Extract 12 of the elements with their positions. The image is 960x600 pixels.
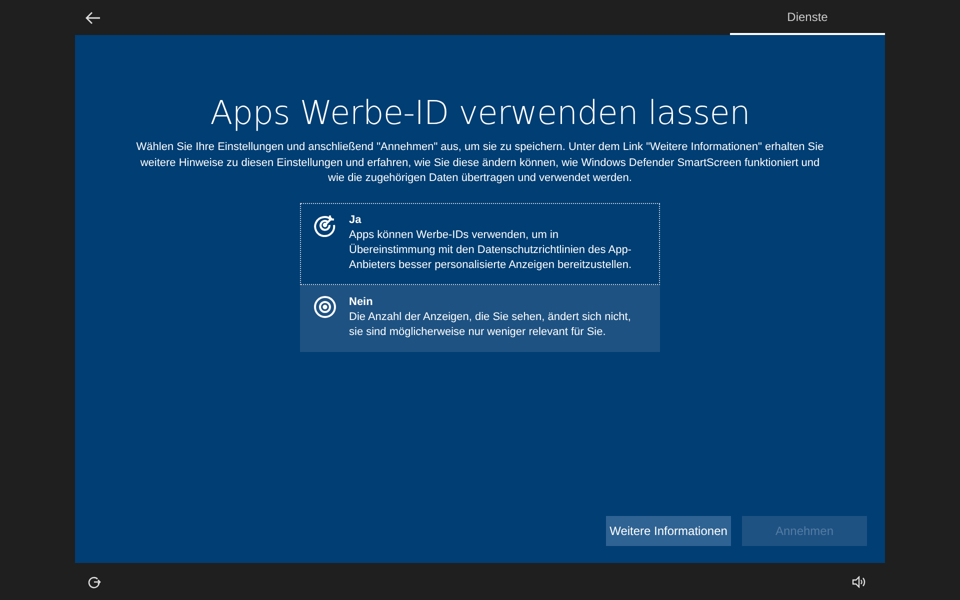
volume-icon[interactable] xyxy=(852,576,866,588)
option-label: Ja xyxy=(349,212,362,228)
description: Wählen Sie Ihre Einstellungen und anschließend "Annehmen" aus, um sie zu speichern. Unter dem Link "Weitere Informationen" erhalten Sie weitere Hinweise zu diesen Einstellungen und erfahren, wie Sie diese ändern können, wie Windows Defender SmartScreen funktioniert und wie die zugehörigen Daten übertragen und verwendet werden. xyxy=(135,140,825,186)
option-description: Die Anzahl der Anzeigen, die Sie sehen, ändert sich nicht, sie sind möglicherweise nur weniger relevant für Sie. xyxy=(349,310,632,340)
option-item[interactable]: Nein Die Anzahl der Anzeigen, die Sie sehen, ändert sich nicht, sie sind möglicherweise nur weniger relevant für Sie. xyxy=(300,284,660,352)
action-button[interactable]: Weitere Informationen xyxy=(606,516,731,546)
page-title: Apps Werbe-ID verwenden lassen xyxy=(210,93,750,132)
target-icon xyxy=(313,294,337,318)
back-arrow-icon xyxy=(85,10,101,24)
option-description: Apps können Werbe-IDs verwenden, um in Übereinstimmung mit den Datenschutzrichtlinien des App-Anbieters besser personalisierte Anzeigen bereitzustellen. xyxy=(349,228,632,272)
option-label: Nein xyxy=(349,294,374,310)
target-arrow-icon xyxy=(313,212,337,236)
